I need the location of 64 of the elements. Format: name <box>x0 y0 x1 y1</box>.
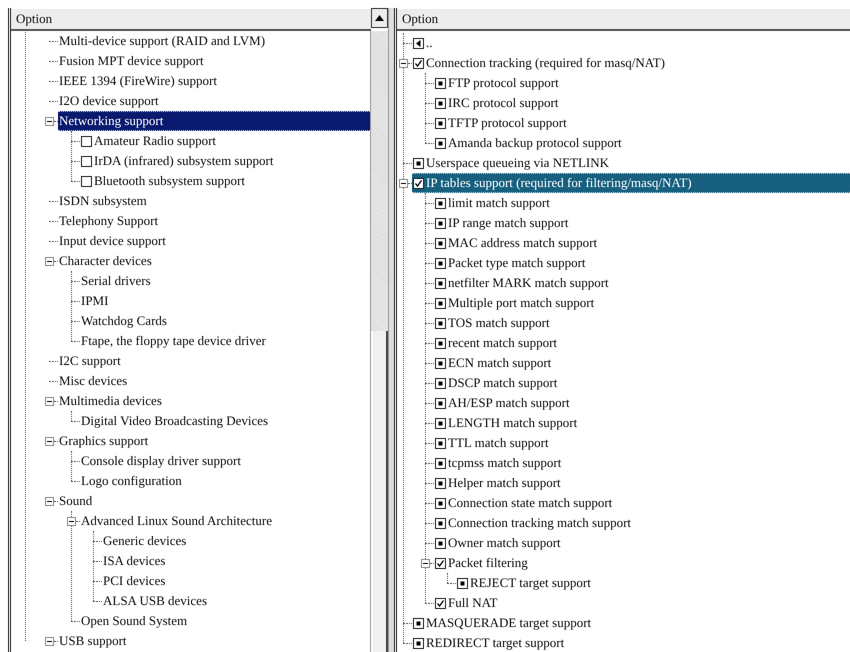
tree-item[interactable]: Advanced Linux Sound Architecture <box>80 511 370 531</box>
tree-item[interactable]: Graphics support <box>58 431 370 451</box>
tree-item[interactable]: recent match support <box>434 333 850 353</box>
tree-item[interactable]: Telephony Support <box>58 211 370 231</box>
tree-item[interactable]: IEEE 1394 (FireWire) support <box>58 71 370 91</box>
tree-item[interactable]: IP tables support (required for filtering/masq/NAT) <box>412 173 850 193</box>
tree-item[interactable]: ALSA USB devices <box>102 591 370 611</box>
tree-item[interactable]: FTP protocol support <box>434 73 850 93</box>
tree-item[interactable]: Generic devices <box>102 531 370 551</box>
tree-item[interactable]: Bluetooth subsystem support <box>80 171 370 191</box>
tree-item[interactable]: Open Sound System <box>80 611 370 631</box>
tree-item[interactable]: Multi-device support (RAID and LVM) <box>58 31 370 51</box>
tree-item[interactable]: .. <box>412 33 850 53</box>
tree-item[interactable]: Console display driver support <box>80 451 370 471</box>
tree-item[interactable]: netfilter MARK match support <box>434 273 850 293</box>
tree-item[interactable]: Owner match support <box>434 533 850 553</box>
tree-item[interactable]: Watchdog Cards <box>80 311 370 331</box>
tree-item[interactable]: Serial drivers <box>80 271 370 291</box>
tree-item[interactable]: Logo configuration <box>80 471 370 491</box>
tree-item[interactable]: ISA devices <box>102 551 370 571</box>
tree-item[interactable]: USB support <box>58 631 370 651</box>
tree-item[interactable]: Input device support <box>58 231 370 251</box>
tree-item[interactable]: REJECT target support <box>456 573 850 593</box>
tree-item[interactable]: Networking support <box>58 111 370 131</box>
tree-item[interactable]: Character devices <box>58 251 370 271</box>
tree-item[interactable]: MAC address match support <box>434 233 850 253</box>
column-header[interactable]: Option <box>397 8 850 31</box>
tree-item[interactable]: Packet filtering <box>434 553 850 573</box>
tree-item[interactable]: Misc devices <box>58 371 370 391</box>
tree-item[interactable]: Packet type match support <box>434 253 850 273</box>
tree-item[interactable]: Multiple port match support <box>434 293 850 313</box>
tree-item[interactable]: IP range match support <box>434 213 850 233</box>
tree-item[interactable]: Amanda backup protocol support <box>434 133 850 153</box>
tree-item[interactable]: Digital Video Broadcasting Devices <box>80 411 370 431</box>
tree-item[interactable]: Full NAT <box>434 593 850 613</box>
tree-item[interactable]: I2C support <box>58 351 370 371</box>
tree-item[interactable]: REDIRECT target support <box>412 633 850 652</box>
tree-item[interactable]: Connection tracking (required for masq/NAT) <box>412 53 850 73</box>
tree-item[interactable]: IPMI <box>80 291 370 311</box>
tree-item[interactable]: DSCP match support <box>434 373 850 393</box>
tree-item[interactable]: AH/ESP match support <box>434 393 850 413</box>
tree-item[interactable]: ISDN subsystem <box>58 191 370 211</box>
tree-item[interactable]: Connection tracking match support <box>434 513 850 533</box>
tree-item[interactable]: IrDA (infrared) subsystem support <box>80 151 370 171</box>
tree-item[interactable]: Userspace queueing via NETLINK <box>412 153 850 173</box>
tree-item[interactable]: TOS match support <box>434 313 850 333</box>
tree-item[interactable]: tcpmss match support <box>434 453 850 473</box>
tree-item[interactable]: Sound <box>58 491 370 511</box>
tree-item[interactable]: IRC protocol support <box>434 93 850 113</box>
tree-item[interactable]: Multimedia devices <box>58 391 370 411</box>
tree-item[interactable]: Fusion MPT device support <box>58 51 370 71</box>
tree-item[interactable]: Helper match support <box>434 473 850 493</box>
tree-item[interactable]: I2O device support <box>58 91 370 111</box>
tree-item[interactable]: Ftape, the floppy tape device driver <box>80 331 370 351</box>
tree-item[interactable]: limit match support <box>434 193 850 213</box>
tree-item[interactable]: Connection state match support <box>434 493 850 513</box>
tree-item[interactable]: PCI devices <box>102 571 370 591</box>
tree-item[interactable]: TTL match support <box>434 433 850 453</box>
tree-item[interactable]: MASQUERADE target support <box>412 613 850 633</box>
tree-item[interactable]: LENGTH match support <box>434 413 850 433</box>
tree-item[interactable]: Amateur Radio support <box>80 131 370 151</box>
column-header[interactable]: Option <box>11 8 371 31</box>
tree-item[interactable]: TFTP protocol support <box>434 113 850 133</box>
tree-item[interactable]: ECN match support <box>434 353 850 373</box>
